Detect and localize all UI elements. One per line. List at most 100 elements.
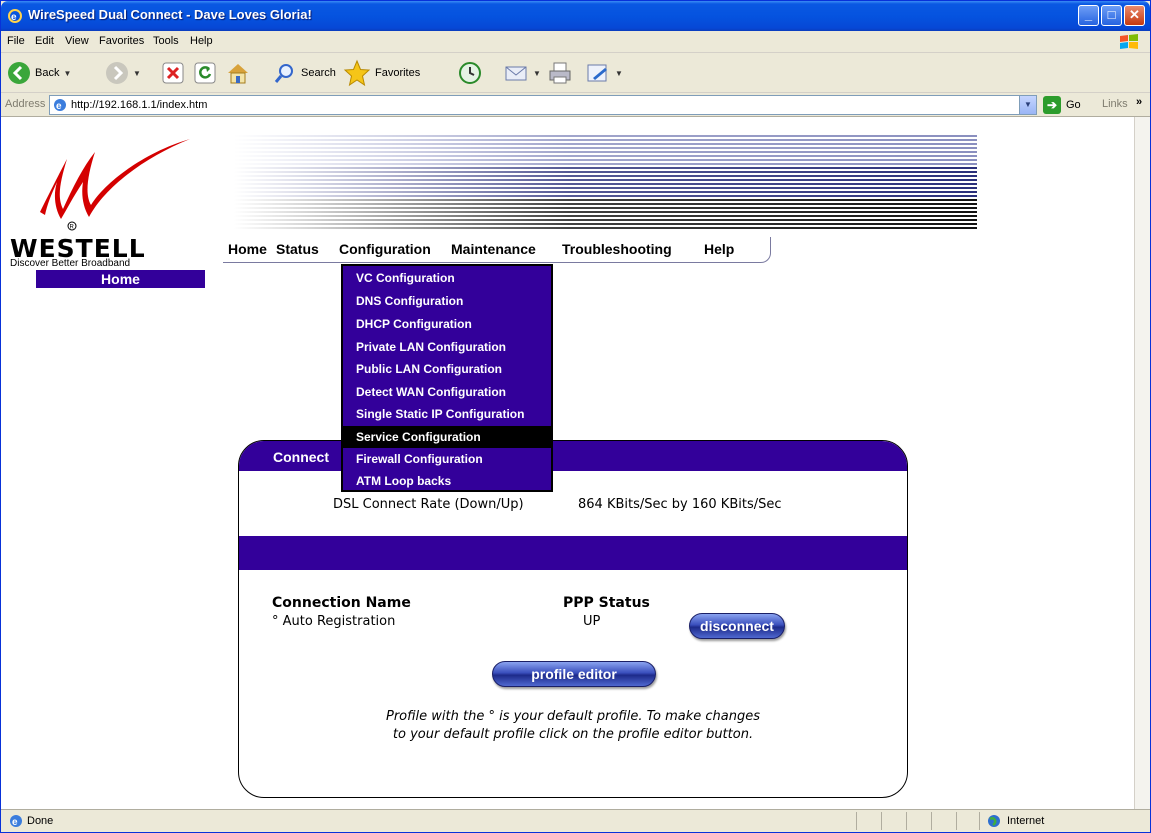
current-page-badge: Home: [36, 270, 205, 288]
profile-editor-button[interactable]: profile editor: [492, 661, 656, 687]
back-dropdown-icon[interactable]: ▼: [63, 69, 71, 78]
maximize-button[interactable]: □: [1101, 5, 1122, 26]
connection-name-header: Connection Name: [272, 595, 411, 611]
history-button[interactable]: [457, 59, 483, 87]
profile-note-line1: Profile with the ° is your default profi…: [386, 709, 760, 724]
status-text: Done: [27, 815, 54, 827]
nav-maintenance[interactable]: Maintenance: [451, 241, 536, 257]
nav-troubleshooting[interactable]: Troubleshooting: [562, 241, 672, 257]
logo-tagline: Discover Better Broadband: [10, 258, 131, 269]
menu-vc-configuration[interactable]: VC Configuration: [343, 267, 551, 289]
chevron-right-icon[interactable]: »: [1136, 96, 1142, 108]
profile-note-line2: to your default profile click on the pro…: [392, 727, 754, 742]
status-divider: [979, 812, 980, 830]
menu-file[interactable]: File: [7, 35, 25, 47]
history-icon: [459, 62, 481, 84]
home-button[interactable]: [225, 59, 251, 87]
print-icon: [549, 62, 571, 84]
status-divider: [856, 812, 857, 830]
status-bar: e Done Internet: [1, 809, 1150, 832]
edit-dropdown-icon[interactable]: ▼: [615, 69, 623, 78]
edit-button[interactable]: ▼: [585, 59, 623, 87]
close-button[interactable]: ✕: [1124, 5, 1145, 26]
menu-help[interactable]: Help: [190, 35, 213, 47]
svg-text:e: e: [11, 12, 17, 23]
status-divider: [906, 812, 907, 830]
toolbar: Back ▼ ▼ Search Favorites ▼ ▼: [1, 53, 1150, 93]
dsl-rate-value: 864 KBits/Sec by 160 KBits/Sec: [578, 497, 782, 512]
links-button[interactable]: Links: [1102, 98, 1128, 110]
refresh-button[interactable]: [193, 59, 217, 87]
disconnect-button[interactable]: disconnect: [689, 613, 785, 639]
internet-zone-label: Internet: [1007, 815, 1045, 827]
nav-help[interactable]: Help: [704, 241, 734, 257]
menu-favorites[interactable]: Favorites: [99, 35, 144, 47]
menu-detect-wan-configuration[interactable]: Detect WAN Configuration: [343, 381, 551, 403]
menu-edit[interactable]: Edit: [35, 35, 54, 47]
forward-arrow-icon: [106, 62, 128, 84]
panel-header-title: Connect: [273, 449, 329, 465]
address-input[interactable]: e http://192.168.1.1/index.htm ▼: [49, 95, 1037, 115]
menu-dns-configuration[interactable]: DNS Configuration: [343, 290, 551, 312]
go-label: Go: [1066, 99, 1081, 111]
mail-button[interactable]: ▼: [503, 59, 541, 87]
ppp-status-value: UP: [583, 614, 601, 629]
nav-status[interactable]: Status: [276, 241, 319, 257]
main-nav: Home Status Configuration Maintenance Tr…: [223, 237, 771, 263]
ie-icon: e: [8, 9, 22, 23]
menu-public-lan-configuration[interactable]: Public LAN Configuration: [343, 358, 551, 380]
svg-text:e: e: [12, 817, 18, 828]
header-stripes: [234, 133, 977, 231]
address-url: http://192.168.1.1/index.htm: [71, 99, 208, 111]
connection-name-value: ° Auto Registration: [272, 614, 396, 629]
connection-panel: Connect DSL Connect Rate (Down/Up) 864 K…: [238, 440, 908, 798]
mail-dropdown-icon[interactable]: ▼: [533, 69, 541, 78]
title-bar[interactable]: e WireSpeed Dual Connect - Dave Loves Gl…: [1, 1, 1150, 31]
back-button[interactable]: Back ▼: [7, 59, 71, 87]
internet-zone-icon: [988, 815, 1000, 827]
menu-atm-loop-backs[interactable]: ATM Loop backs: [343, 470, 551, 492]
print-button[interactable]: [547, 59, 573, 87]
menu-bar: File Edit View Favorites Tools Help: [1, 31, 1150, 53]
svg-text:e: e: [56, 101, 62, 112]
panel-divider-band: [239, 536, 907, 570]
header-stripe-fade: [234, 133, 977, 231]
address-dropdown-icon[interactable]: ▼: [1019, 96, 1036, 114]
vertical-scrollbar[interactable]: [1134, 117, 1150, 809]
menu-tools[interactable]: Tools: [153, 35, 179, 47]
back-arrow-icon: [8, 62, 30, 84]
panel-header: Connect: [239, 441, 907, 471]
mail-icon: [505, 66, 527, 81]
status-divider: [881, 812, 882, 830]
menu-view[interactable]: View: [65, 35, 89, 47]
address-bar: Address e http://192.168.1.1/index.htm ▼…: [1, 93, 1150, 117]
nav-configuration[interactable]: Configuration: [339, 241, 431, 257]
status-divider: [931, 812, 932, 830]
svg-text:R: R: [70, 225, 75, 231]
address-label: Address: [5, 98, 46, 110]
menu-single-static-ip-configuration[interactable]: Single Static IP Configuration: [343, 403, 551, 425]
westell-logo-mark: R: [40, 139, 190, 231]
go-button[interactable]: ➔ Go: [1043, 96, 1081, 114]
menu-private-lan-configuration[interactable]: Private LAN Configuration: [343, 336, 551, 358]
search-icon: [274, 64, 293, 83]
stop-button[interactable]: [161, 59, 185, 87]
nav-home[interactable]: Home: [228, 241, 267, 257]
menu-firewall-configuration[interactable]: Firewall Configuration: [343, 448, 551, 470]
go-arrow-icon: ➔: [1043, 96, 1061, 114]
home-icon: [228, 64, 248, 84]
favorites-button[interactable]: Favorites: [343, 59, 420, 87]
stop-icon: [162, 62, 184, 84]
back-label: Back: [35, 67, 60, 79]
edit-icon: [587, 64, 607, 82]
forward-button[interactable]: ▼: [105, 59, 141, 87]
menu-service-configuration[interactable]: Service Configuration: [343, 426, 551, 448]
search-button[interactable]: Search: [273, 59, 336, 87]
menu-dhcp-configuration[interactable]: DHCP Configuration: [343, 313, 551, 335]
star-icon: [343, 59, 371, 87]
page-icon: e: [54, 99, 66, 112]
window-title: WireSpeed Dual Connect - Dave Loves Glor…: [28, 7, 312, 22]
forward-dropdown-icon[interactable]: ▼: [133, 69, 141, 78]
minimize-button[interactable]: _: [1078, 5, 1099, 26]
favorites-label: Favorites: [375, 67, 421, 79]
